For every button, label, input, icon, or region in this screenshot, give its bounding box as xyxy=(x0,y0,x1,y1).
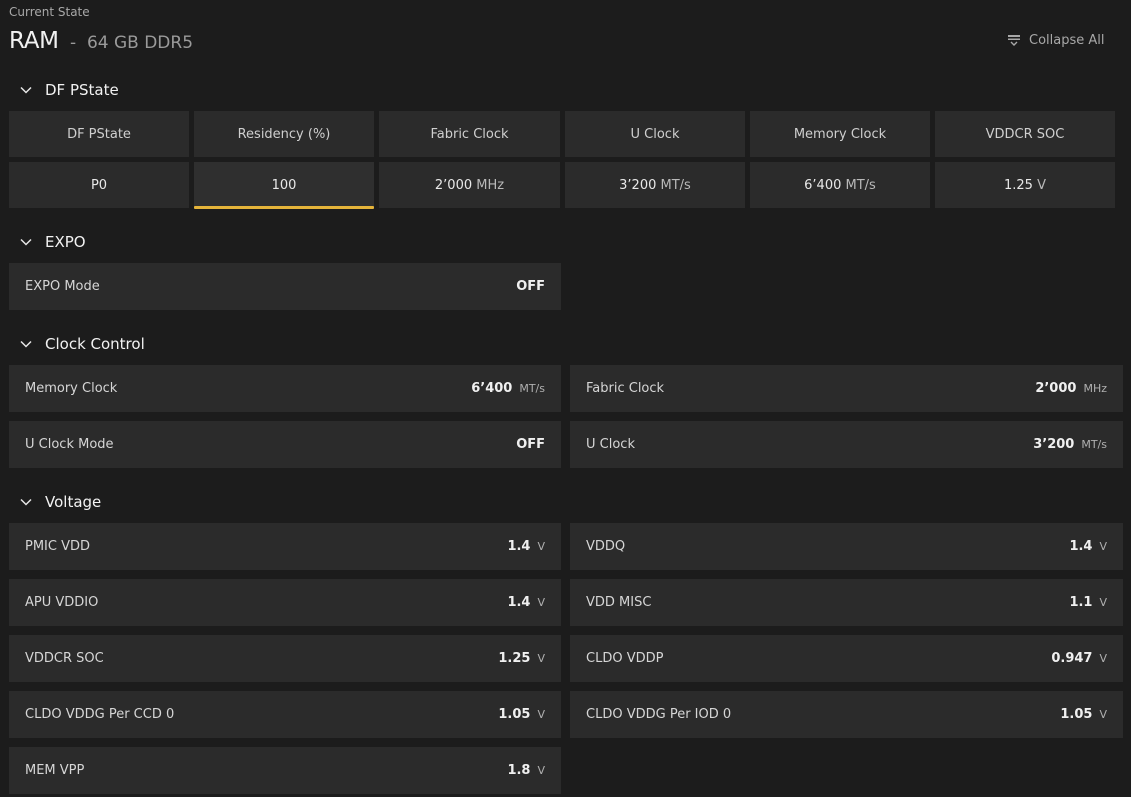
row-unit: MT/s xyxy=(519,382,545,395)
cell-unit: V xyxy=(1037,177,1046,193)
row-unit: V xyxy=(1099,596,1107,609)
row-unit: V xyxy=(537,596,545,609)
dfpstate-cell[interactable]: 2’000 MHz xyxy=(379,162,560,208)
dfpstate-cell[interactable]: 6’400 MT/s xyxy=(750,162,930,208)
section-header-clock-control[interactable]: Clock Control xyxy=(19,335,145,353)
cell-value: 100 xyxy=(271,177,297,193)
cell-value: 6’400 xyxy=(804,177,842,193)
section-header-dfpstate[interactable]: DF PState xyxy=(19,81,119,99)
section-title: DF PState xyxy=(45,81,119,99)
voltage-row-pmic-vdd[interactable]: PMIC VDD 1.4 V xyxy=(9,523,561,570)
chevron-down-icon xyxy=(20,238,32,246)
row-value: 0.947 xyxy=(1051,651,1093,666)
row-value: 6’400 xyxy=(471,381,513,396)
u-clock-mode-row[interactable]: U Clock Mode OFF xyxy=(9,421,561,468)
row-unit: V xyxy=(537,652,545,665)
row-value: OFF xyxy=(516,437,545,452)
page-title: RAM xyxy=(9,28,59,54)
dfpstate-column-header: Residency (%) xyxy=(194,111,374,157)
row-value: 1.4 xyxy=(507,595,531,610)
voltage-row-vddcr-soc[interactable]: VDDCR SOC 1.25 V xyxy=(9,635,561,682)
row-value: 1.05 xyxy=(1060,707,1093,722)
dfpstate-cell[interactable]: 3’200 MT/s xyxy=(565,162,745,208)
row-value: 1.4 xyxy=(1069,539,1093,554)
breadcrumb: Current State xyxy=(9,5,90,19)
dfpstate-column-header: DF PState xyxy=(9,111,189,157)
voltage-row-cldo-vddg-ccd0[interactable]: CLDO VDDG Per CCD 0 1.05 V xyxy=(9,691,561,738)
cell-unit: MHz xyxy=(476,177,505,193)
row-unit: MHz xyxy=(1083,382,1107,395)
fabric-clock-row[interactable]: Fabric Clock 2’000 MHz xyxy=(570,365,1123,412)
row-value: 3’200 xyxy=(1033,437,1075,452)
section-title: EXPO xyxy=(45,233,86,251)
voltage-row-vddq[interactable]: VDDQ 1.4 V xyxy=(570,523,1123,570)
section-header-expo[interactable]: EXPO xyxy=(19,233,86,251)
dfpstate-column-header: Fabric Clock xyxy=(379,111,560,157)
row-unit: V xyxy=(1099,708,1107,721)
collapse-all-icon xyxy=(1008,34,1020,46)
voltage-row-apu-vddio[interactable]: APU VDDIO 1.4 V xyxy=(9,579,561,626)
row-label: VDDQ xyxy=(586,539,626,554)
row-label: MEM VPP xyxy=(25,763,85,778)
chevron-down-icon xyxy=(20,340,32,348)
row-value: 1.05 xyxy=(498,707,531,722)
row-label: VDDCR SOC xyxy=(25,651,104,666)
row-value: 2’000 xyxy=(1035,381,1077,396)
row-value: OFF xyxy=(516,279,545,294)
row-label: VDD MISC xyxy=(586,595,652,610)
row-label: Memory Clock xyxy=(25,381,118,396)
row-label: CLDO VDDP xyxy=(586,651,664,666)
cell-value: P0 xyxy=(90,177,108,193)
row-unit: V xyxy=(537,764,545,777)
voltage-row-cldo-vddp[interactable]: CLDO VDDP 0.947 V xyxy=(570,635,1123,682)
row-label: U Clock xyxy=(586,437,635,452)
row-label: CLDO VDDG Per IOD 0 xyxy=(586,707,732,722)
row-unit: V xyxy=(537,540,545,553)
dfpstate-cell[interactable]: P0 xyxy=(9,162,189,208)
row-label: U Clock Mode xyxy=(25,437,114,452)
memory-clock-row[interactable]: Memory Clock 6’400 MT/s xyxy=(9,365,561,412)
cell-unit: MT/s xyxy=(660,177,691,193)
row-value: 1.4 xyxy=(507,539,531,554)
u-clock-row[interactable]: U Clock 3’200 MT/s xyxy=(570,421,1123,468)
voltage-row-mem-vpp[interactable]: MEM VPP 1.8 V xyxy=(9,747,561,794)
row-unit: MT/s xyxy=(1081,438,1107,451)
page-subtitle: - 64 GB DDR5 xyxy=(70,33,194,53)
section-title: Voltage xyxy=(45,493,102,511)
row-label: PMIC VDD xyxy=(25,539,91,554)
chevron-down-icon xyxy=(20,86,32,94)
row-label: Fabric Clock xyxy=(586,381,665,396)
row-value: 1.1 xyxy=(1069,595,1093,610)
dfpstate-cell-selected[interactable]: 100 xyxy=(194,162,374,208)
row-label: APU VDDIO xyxy=(25,595,99,610)
row-unit: V xyxy=(537,708,545,721)
row-label: EXPO Mode xyxy=(25,279,100,294)
dfpstate-cell[interactable]: 1.25 V xyxy=(935,162,1115,208)
section-title: Clock Control xyxy=(45,335,145,353)
voltage-row-cldo-vddg-iod0[interactable]: CLDO VDDG Per IOD 0 1.05 V xyxy=(570,691,1123,738)
dfpstate-column-header: Memory Clock xyxy=(750,111,930,157)
collapse-all-button[interactable]: Collapse All xyxy=(1007,33,1105,48)
cell-unit: MT/s xyxy=(845,177,876,193)
row-unit: V xyxy=(1099,652,1107,665)
cell-value: 2’000 xyxy=(434,177,473,193)
dfpstate-column-header: U Clock xyxy=(565,111,745,157)
cell-value: 3’200 xyxy=(619,177,657,193)
dfpstate-column-header: VDDCR SOC xyxy=(935,111,1115,157)
row-value: 1.25 xyxy=(498,651,531,666)
section-header-voltage[interactable]: Voltage xyxy=(19,493,101,511)
row-label: CLDO VDDG Per CCD 0 xyxy=(25,707,175,722)
selection-indicator xyxy=(194,206,374,209)
chevron-down-icon xyxy=(20,498,32,506)
row-unit: V xyxy=(1099,540,1107,553)
row-value: 1.8 xyxy=(507,763,531,778)
collapse-all-label: Collapse All xyxy=(1029,33,1105,48)
expo-mode-row[interactable]: EXPO Mode OFF xyxy=(9,263,561,310)
voltage-row-vdd-misc[interactable]: VDD MISC 1.1 V xyxy=(570,579,1123,626)
cell-value: 1.25 xyxy=(1004,177,1033,193)
